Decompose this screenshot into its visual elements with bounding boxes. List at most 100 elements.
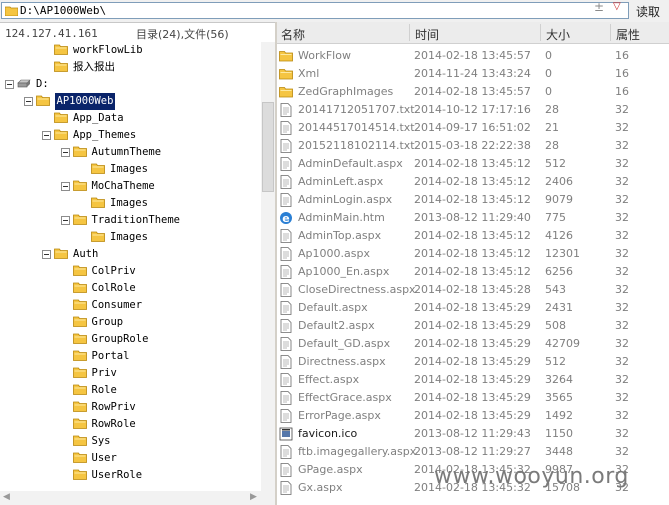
file-name: ftb.imagegallery.aspx <box>298 445 417 458</box>
file-row[interactable]: 20144517014514.txt 2014-09-17 16:51:02 21 3… <box>277 119 669 137</box>
file-row[interactable]: WorkFlow 2014-02-18 13:45:57 0 16 <box>277 47 669 65</box>
tree-item[interactable]: AutumnTheme <box>0 144 260 161</box>
file-row[interactable]: CloseDirectness.aspx 2014-02-18 13:45:28 5… <box>277 281 669 299</box>
collapse-toggle-icon[interactable] <box>60 148 70 157</box>
file-attr: 32 <box>615 445 629 458</box>
file-attr: 32 <box>615 391 629 404</box>
file-row[interactable]: Default_GD.aspx 2014-02-18 13:45:29 42709 3… <box>277 335 669 353</box>
tree-item[interactable]: RowPriv <box>0 399 260 416</box>
star-icon[interactable]: ± <box>594 0 604 14</box>
document-icon <box>280 229 292 243</box>
folder-icon <box>72 282 87 293</box>
file-name: Default2.aspx <box>298 319 375 332</box>
tree-item[interactable]: ColPriv <box>0 263 260 280</box>
file-row[interactable]: Xml 2014-11-24 13:43:24 0 16 <box>277 65 669 83</box>
file-name: GPage.aspx <box>298 463 363 476</box>
file-attr: 32 <box>615 283 629 296</box>
collapse-toggle-icon[interactable] <box>5 80 14 89</box>
tree-item[interactable]: Images <box>0 161 260 178</box>
tree-item[interactable]: workFlowLib <box>0 42 260 59</box>
tree-item[interactable]: D: <box>0 76 260 93</box>
file-row[interactable]: AdminTop.aspx 2014-02-18 13:45:12 4126 32 <box>277 227 669 245</box>
file-row[interactable]: favicon.ico 2013-08-12 11:29:43 1150 32 <box>277 425 669 443</box>
file-row[interactable]: Effect.aspx 2014-02-18 13:45:29 3264 32 <box>277 371 669 389</box>
tree-item[interactable]: Role <box>0 382 260 399</box>
tree-item[interactable]: ColRole <box>0 280 260 297</box>
file-row[interactable]: e AdminMain.htm 2013-08-12 11:29:40 775 32 <box>277 209 669 227</box>
tree-item[interactable]: Sys <box>0 433 260 450</box>
file-size: 12301 <box>545 247 580 260</box>
file-attr: 32 <box>615 175 629 188</box>
header-size[interactable]: 大小 <box>546 26 570 43</box>
header-divider[interactable] <box>610 24 611 41</box>
folder-icon <box>54 112 68 123</box>
scroll-left-icon[interactable]: ◀ <box>3 492 10 502</box>
file-row[interactable]: 20141712051707.txt 2014-10-12 17:17:16 28 3… <box>277 101 669 119</box>
tree-item-label: Auth <box>73 248 99 260</box>
document-icon <box>280 391 292 405</box>
file-row[interactable]: ZedGraphImages 2014-02-18 13:45:57 0 16 <box>277 83 669 101</box>
tree-vertical-scrollbar[interactable] <box>261 42 275 491</box>
tree-item[interactable]: Images <box>0 229 260 246</box>
tree-item-label: Role <box>91 384 117 396</box>
tree-item[interactable]: Portal <box>0 348 260 365</box>
file-row[interactable]: Default2.aspx 2014-02-18 13:45:29 508 32 <box>277 317 669 335</box>
collapse-toggle-icon[interactable] <box>60 182 70 191</box>
file-row[interactable]: AdminLeft.aspx 2014-02-18 13:45:12 2406 32 <box>277 173 669 191</box>
tree-item[interactable]: MoChaTheme <box>0 178 260 195</box>
file-row[interactable]: ftb.imagegallery.aspx 2013-08-12 11:29:27… <box>277 443 669 461</box>
header-name[interactable]: 名称 <box>281 26 305 43</box>
tree-item[interactable]: Group <box>0 314 260 331</box>
read-button[interactable]: 读取 <box>636 3 660 20</box>
tree-item[interactable]: 报入报出 <box>0 59 260 76</box>
header-time[interactable]: 时间 <box>415 26 439 43</box>
file-row[interactable]: EffectGrace.aspx 2014-02-18 13:45:29 3565 3… <box>277 389 669 407</box>
header-attr[interactable]: 属性 <box>616 26 640 43</box>
tree-item[interactable]: Auth <box>0 246 260 263</box>
file-row[interactable]: Ap1000.aspx 2014-02-18 13:45:12 12301 32 <box>277 245 669 263</box>
chevron-down-icon[interactable]: ▽ <box>613 1 621 12</box>
file-size: 3264 <box>545 373 573 386</box>
folder-icon <box>54 44 68 55</box>
scrollbar-thumb[interactable] <box>262 102 274 192</box>
file-size: 0 <box>545 49 552 62</box>
file-time: 2014-02-18 13:45:12 <box>414 265 531 278</box>
tree-item[interactable]: App_Data <box>0 110 260 127</box>
file-row[interactable]: Ap1000_En.aspx 2014-02-18 13:45:12 6256 32 <box>277 263 669 281</box>
tree-item[interactable]: Priv <box>0 365 260 382</box>
file-time: 2014-10-12 17:17:16 <box>414 103 531 116</box>
tree-item[interactable]: Consumer <box>0 297 260 314</box>
file-row[interactable]: Directness.aspx 2014-02-18 13:45:29 512 32 <box>277 353 669 371</box>
file-row[interactable]: Default.aspx 2014-02-18 13:45:29 2431 32 <box>277 299 669 317</box>
header-divider[interactable] <box>409 24 410 41</box>
file-row[interactable]: 20152118102114.txt 2015-03-18 22:22:38 28 3… <box>277 137 669 155</box>
collapse-toggle-icon[interactable] <box>60 216 70 225</box>
path-input[interactable]: D:\AP1000Web\ <box>1 2 629 19</box>
folder-icon <box>72 180 87 191</box>
collapse-toggle-icon[interactable] <box>42 131 51 140</box>
file-row[interactable]: AdminDefault.aspx 2014-02-18 13:45:12 512 3… <box>277 155 669 173</box>
folder-icon <box>5 6 18 16</box>
tree-item[interactable]: App_Themes <box>0 127 260 144</box>
scroll-right-icon[interactable]: ▶ <box>250 492 257 502</box>
tree-item[interactable]: RowRole <box>0 416 260 433</box>
tree-item[interactable]: User <box>0 450 260 467</box>
tree-horizontal-scrollbar[interactable]: ◀ ▶ <box>0 491 275 505</box>
file-row[interactable]: ErrorPage.aspx 2014-02-18 13:45:29 1492 32 <box>277 407 669 425</box>
file-time: 2014-02-18 13:45:12 <box>414 193 531 206</box>
collapse-toggle-icon[interactable] <box>23 97 33 106</box>
tree-item[interactable]: UserRole <box>0 467 260 484</box>
tree-item[interactable]: Images <box>0 195 260 212</box>
tree-item[interactable]: TraditionTheme <box>0 212 260 229</box>
file-size: 512 <box>545 157 566 170</box>
tree-item-label: ColPriv <box>91 265 136 277</box>
file-time: 2014-02-18 13:45:29 <box>414 319 531 332</box>
collapse-toggle-icon[interactable] <box>42 250 51 259</box>
file-row[interactable]: AdminLogin.aspx 2014-02-18 13:45:12 9079 32 <box>277 191 669 209</box>
tree-item[interactable]: GroupRole <box>0 331 260 348</box>
file-size: 42709 <box>545 337 580 350</box>
folder-icon <box>72 469 87 480</box>
tree-item[interactable]: AP1000Web <box>0 93 260 110</box>
document-icon <box>280 481 292 495</box>
header-divider[interactable] <box>540 24 541 41</box>
